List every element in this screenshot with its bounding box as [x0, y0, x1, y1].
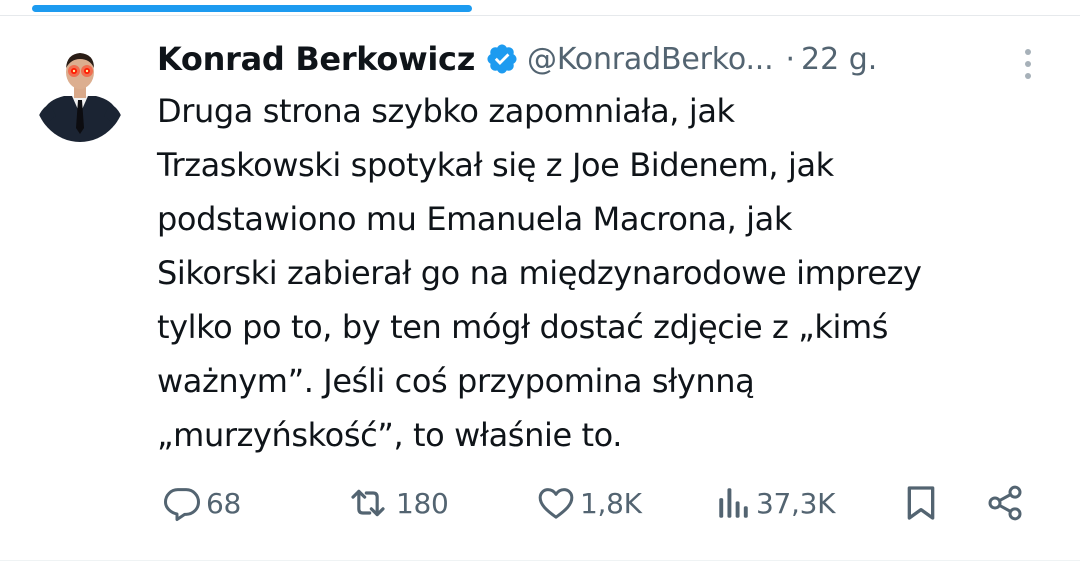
header-separator: ·	[785, 41, 795, 77]
views-bar-chart-icon	[716, 483, 752, 523]
views-button[interactable]: 37,3K	[716, 478, 836, 528]
bookmark-button[interactable]	[903, 478, 939, 528]
reply-count: 68	[206, 486, 242, 520]
retweet-count: 180	[396, 486, 449, 520]
more-vertical-icon[interactable]	[1022, 46, 1034, 82]
share-button[interactable]	[985, 478, 1025, 528]
share-icon	[985, 483, 1025, 523]
tweet-screen: Konrad Berkowicz @KonradBerko... · 22 g.…	[0, 0, 1080, 578]
retweet-button[interactable]: 180	[344, 478, 449, 528]
views-count: 37,3K	[756, 486, 836, 520]
bottom-divider	[0, 560, 1080, 561]
avatar-photo	[34, 42, 126, 142]
author-display-name[interactable]: Konrad Berkowicz	[157, 40, 475, 78]
tweet-text: Druga strona szybko zapomniała, jak Trza…	[157, 92, 922, 454]
reply-button[interactable]: 68	[162, 478, 241, 528]
loading-progress-bar	[32, 5, 472, 12]
heart-icon	[536, 483, 576, 523]
like-count: 1,8K	[580, 486, 642, 520]
author-avatar[interactable]	[34, 42, 126, 142]
bookmark-icon	[903, 483, 939, 523]
reply-icon	[162, 483, 202, 523]
tweet-timestamp[interactable]: 22 g.	[801, 42, 877, 77]
loading-progress-track	[0, 0, 1080, 16]
retweet-icon	[344, 483, 392, 523]
like-button[interactable]: 1,8K	[536, 478, 642, 528]
tweet-header: Konrad Berkowicz @KonradBerko... · 22 g.	[157, 36, 877, 82]
author-handle[interactable]: @KonradBerko...	[527, 42, 774, 77]
verified-badge-icon	[485, 42, 519, 76]
tweet-actions-bar: 68 180 1,8K 37,3K	[0, 478, 1080, 528]
